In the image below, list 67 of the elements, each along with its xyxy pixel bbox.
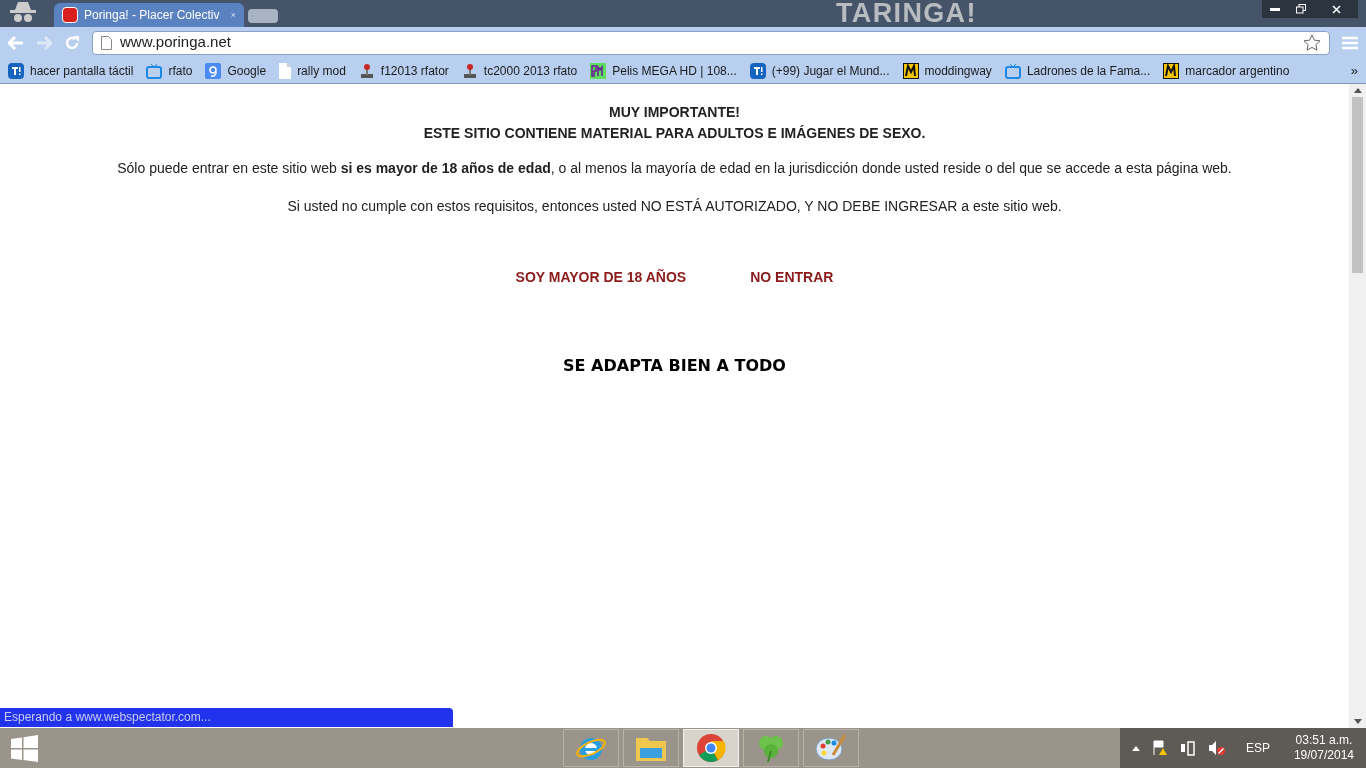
tagline: SE ADAPTA BIEN A TODO — [563, 355, 786, 377]
warning-heading: MUY IMPORTANTE! — [609, 103, 740, 122]
tab-title: Poringa! - Placer Colectiv — [84, 7, 220, 24]
windows-logo-icon[interactable] — [11, 734, 38, 762]
t-logo-icon — [8, 62, 24, 79]
status-bubble: Esperando a www.webspectator.com... — [0, 708, 453, 727]
joystick-icon — [461, 62, 478, 79]
palette-icon — [815, 733, 847, 763]
url-text: www.poringa.net — [120, 32, 231, 53]
incognito-icon — [8, 1, 38, 23]
tv-icon — [146, 62, 163, 79]
theme-title: TARINGA! — [836, 0, 977, 27]
bookmarks-overflow[interactable]: » — [1350, 60, 1358, 81]
bookmark-link[interactable]: marcador argentino — [1185, 61, 1290, 80]
minimize-icon — [1270, 7, 1280, 11]
taskbar-app[interactable] — [563, 729, 619, 767]
minimize-button[interactable] — [1262, 0, 1288, 18]
choice-link[interactable]: SOY MAYOR DE 18 AÑOS — [515, 267, 687, 288]
authorization-text: Si usted no cumple con estos requisitos, entonces usted NO ESTÁ AUTORIZADO, Y NO DEBE INGRESAR a este sitio web. — [287, 197, 1062, 216]
bookmark-link[interactable]: f12013 rfator — [380, 61, 449, 80]
choice-link[interactable]: NO ENTRAR — [750, 267, 834, 288]
bookmark-link[interactable]: tc2000 2013 rfato — [483, 61, 578, 80]
bookmark-link[interactable]: Ladrones de la Fama... — [1026, 61, 1151, 80]
m-logo-icon — [1163, 62, 1180, 79]
address-bar[interactable]: www.poringa.net — [92, 30, 1330, 55]
new-tab-button[interactable] — [248, 9, 278, 23]
taskbar-app[interactable] — [623, 729, 679, 767]
scrollbar[interactable] — [1349, 84, 1366, 728]
chrome-icon — [696, 733, 726, 763]
m-logo-icon — [902, 62, 919, 79]
clover-icon — [756, 733, 786, 763]
tv-icon — [1004, 62, 1021, 79]
scroll-up-icon — [1353, 88, 1362, 93]
restore-icon — [1296, 4, 1306, 14]
browser-tab[interactable]: Poringa! - Placer Colectiv — [54, 3, 244, 27]
joystick-icon — [358, 62, 375, 79]
page-icon — [101, 35, 112, 50]
close-icon — [1331, 4, 1341, 14]
bookmark-link[interactable]: Pelis MEGA HD | 108... — [612, 61, 737, 80]
bookmark-link[interactable]: (+99) Jugar el Mund... — [771, 61, 890, 80]
scroll-thumb[interactable] — [1352, 97, 1363, 273]
close-icon[interactable] — [231, 11, 236, 19]
taskbar-app[interactable] — [803, 729, 859, 767]
pm-logo-icon — [590, 62, 607, 79]
speaker-muted-icon[interactable] — [1207, 740, 1226, 756]
bookmark-link[interactable]: rally mod — [297, 61, 346, 80]
bookmark-link[interactable]: hacer pantalla táctil — [30, 61, 134, 80]
age-requirement-text: Sólo puede entrar en este sitio web si es mayor de 18 años de edad, o al menos la mayoría de edad en la jurisdicción donde usted reside o del que se accede a esta página web. — [117, 159, 1232, 178]
clock-time[interactable]: 03:51 a.m. — [1295, 733, 1353, 748]
bookmark-link[interactable]: Google — [227, 61, 267, 80]
menu-icon[interactable] — [1342, 35, 1358, 50]
tab-favicon-icon — [62, 7, 78, 23]
language-indicator[interactable]: ESP — [1245, 739, 1270, 757]
warning-heading: ESTE SITIO CONTIENE MATERIAL PARA ADULTOS E IMÁGENES DE SEXO. — [423, 124, 926, 143]
t-logo-icon — [749, 62, 766, 79]
page-icon — [279, 62, 292, 79]
bookmark-link[interactable]: rfato — [168, 61, 193, 80]
g-logo-icon — [205, 62, 222, 79]
close-window-button[interactable] — [1314, 0, 1358, 18]
tray-expand-icon[interactable] — [1131, 745, 1140, 751]
scroll-down-icon — [1353, 719, 1362, 724]
clock-date[interactable]: 19/07/2014 — [1293, 748, 1354, 763]
reload-icon[interactable] — [64, 34, 80, 51]
flag-warning-icon[interactable] — [1151, 740, 1168, 756]
star-icon[interactable] — [1303, 33, 1321, 52]
back-icon[interactable] — [8, 35, 24, 50]
bookmark-link[interactable]: moddingway — [924, 61, 992, 80]
